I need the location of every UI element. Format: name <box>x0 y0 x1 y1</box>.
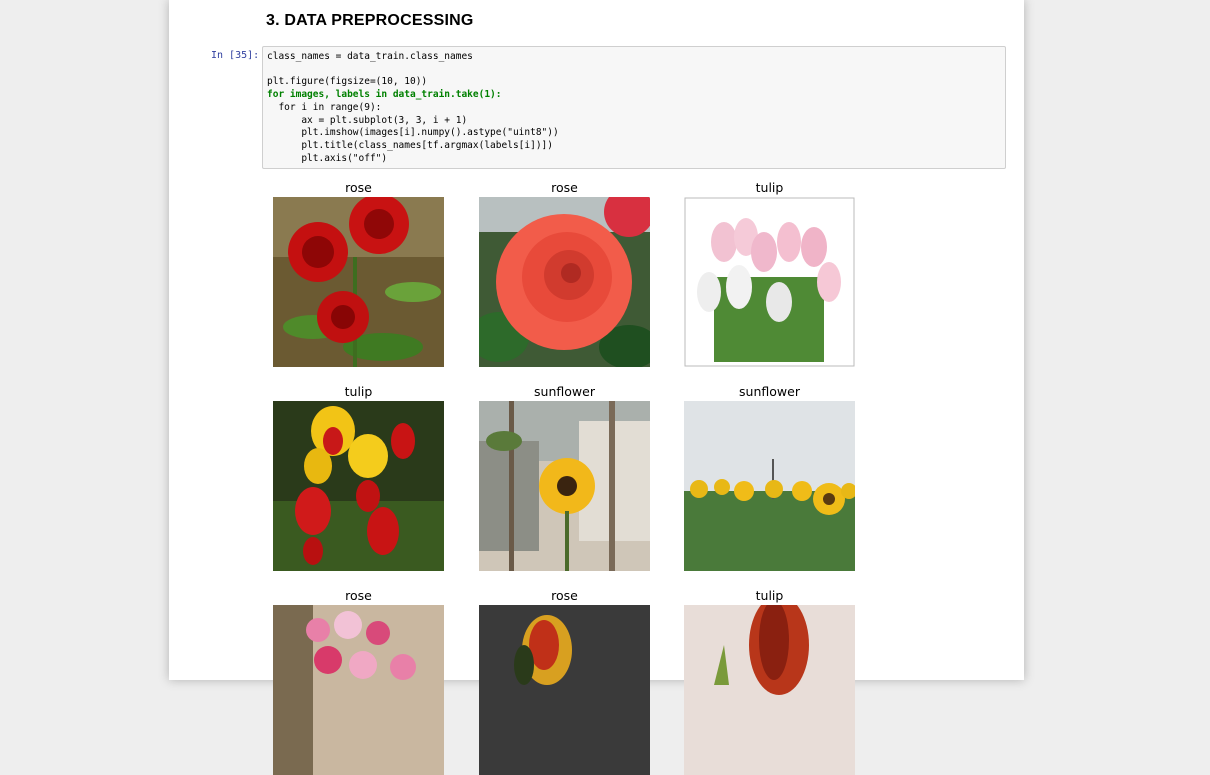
code-editor[interactable]: class_names = data_train.class_names plt… <box>267 51 559 165</box>
code-cell[interactable]: class_names = data_train.class_names plt… <box>262 46 1006 169</box>
image-title: sunflower <box>534 384 595 399</box>
single-sunflower-image <box>479 401 650 571</box>
image-title: tulip <box>755 180 784 195</box>
code-line-7: plt.title(class_names[tf.argmax(labels[i… <box>267 139 553 151</box>
code-line-1: class_names = data_train.class_names <box>267 51 473 62</box>
output-image-1: rose <box>273 180 444 367</box>
code-line-4: for i in range(9): <box>267 101 382 113</box>
yellow-red-rose-image <box>479 605 650 775</box>
image-title: rose <box>551 588 578 603</box>
output-image-5: sunflower <box>479 384 650 571</box>
notebook-page: 3. DATA PREPROCESSING In [35]: class_nam… <box>169 0 1024 775</box>
red-tulip-closeup-image <box>684 605 855 775</box>
image-title: sunflower <box>739 384 800 399</box>
output-image-2: rose <box>479 180 650 367</box>
image-title: rose <box>345 588 372 603</box>
code-line-3: for images, labels in data_train.take(1)… <box>267 89 502 101</box>
orange-rose-image <box>479 197 650 367</box>
sunflower-field-image <box>684 401 855 571</box>
code-line-5: ax = plt.subplot(3, 3, i + 1) <box>267 114 468 126</box>
output-image-7: rose <box>273 588 444 775</box>
code-line-6: plt.imshow(images[i].numpy().astype("uin… <box>267 127 559 139</box>
output-image-4: tulip <box>273 384 444 571</box>
code-line-2: plt.figure(figsize=(10, 10)) <box>267 76 428 88</box>
image-title: tulip <box>344 384 373 399</box>
pink-tulips-image <box>684 197 855 367</box>
image-title: rose <box>551 180 578 195</box>
output-image-6: sunflower <box>684 384 855 571</box>
pink-rose-bouquet-image <box>273 605 444 775</box>
output-image-9: tulip <box>684 588 855 775</box>
code-line-8: plt.axis("off") <box>267 152 388 164</box>
image-title: rose <box>345 180 372 195</box>
red-yellow-tulips-image <box>273 401 444 571</box>
cell-prompt: In [35]: <box>211 50 260 61</box>
output-image-3: tulip <box>684 180 855 367</box>
output-image-8: rose <box>479 588 650 775</box>
section-heading: 3. DATA PREPROCESSING <box>266 12 474 29</box>
image-title: tulip <box>755 588 784 603</box>
red-roses-image <box>273 197 444 367</box>
